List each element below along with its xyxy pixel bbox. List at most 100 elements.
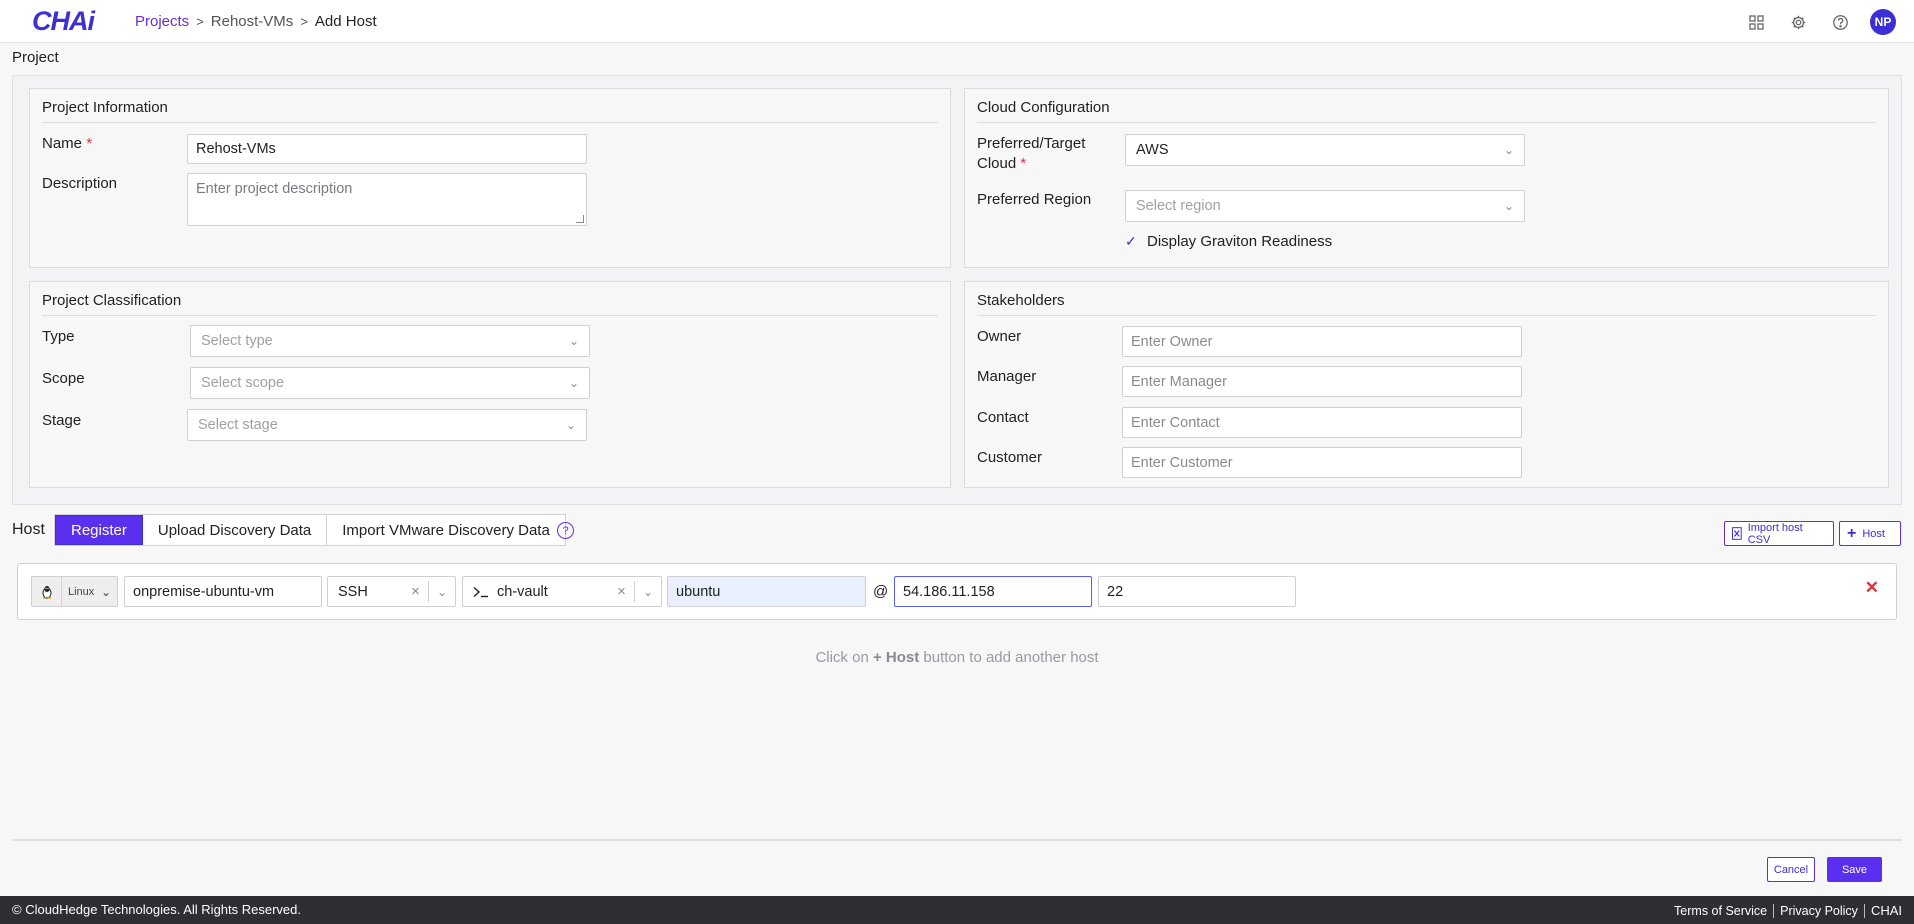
breadcrumb-project[interactable]: Rehost-VMs	[211, 13, 294, 30]
divider	[42, 315, 938, 316]
host-section-label: Host	[12, 521, 45, 538]
footer-links: Terms of Service Privacy Policy CHAI	[1674, 903, 1902, 918]
user-avatar[interactable]: NP	[1870, 9, 1896, 35]
logo-text: CHAi	[32, 6, 95, 36]
tab-register[interactable]: Register	[55, 515, 143, 545]
contact-input[interactable]: Enter Contact	[1122, 407, 1522, 438]
protocol-value: SSH	[338, 583, 368, 600]
hint-suffix: button to add another host	[923, 649, 1099, 666]
add-host-label: Host	[1862, 527, 1885, 540]
footer: © CloudHedge Technologies. All Rights Re…	[0, 896, 1914, 924]
card-title: Project Classification	[42, 292, 182, 309]
host-tabs: Register Upload Discovery Data Import VM…	[54, 514, 566, 546]
plus-icon: +	[1847, 524, 1857, 542]
description-placeholder: Enter project description	[196, 181, 353, 197]
hostname-input[interactable]: onpremise-ubuntu-vm	[124, 576, 322, 607]
stage-label: Stage	[42, 412, 82, 429]
divider	[42, 122, 938, 123]
target-cloud-value: AWS	[1136, 142, 1169, 158]
apps-grid-icon[interactable]	[1744, 10, 1768, 34]
cancel-button[interactable]: Cancel	[1767, 857, 1815, 882]
ip-address-input[interactable]: 54.186.11.158	[894, 576, 1092, 607]
owner-label: Owner	[977, 328, 1022, 345]
customer-input[interactable]: Enter Customer	[1122, 447, 1522, 478]
remove-host-icon[interactable]: ✕	[1865, 578, 1879, 598]
scope-label: Scope	[42, 370, 85, 387]
add-host-button[interactable]: + Host	[1839, 521, 1901, 546]
port-input[interactable]: 22	[1098, 576, 1296, 607]
chevron-down-icon: ⌄	[1503, 143, 1514, 157]
help-circle-icon[interactable]	[1828, 10, 1852, 34]
os-select[interactable]: Linux ⌄	[31, 576, 118, 607]
credential-value-wrap: ch-vault	[463, 584, 609, 600]
project-name-input[interactable]: Rehost-VMs	[187, 134, 587, 164]
cloud-configuration-card: Cloud Configuration Preferred/Target Clo…	[964, 88, 1889, 268]
footer-brand: CHAI	[1870, 903, 1902, 918]
header-icons: NP	[1744, 9, 1896, 35]
privacy-policy-link[interactable]: Privacy Policy	[1780, 904, 1858, 918]
required-mark: *	[86, 135, 93, 152]
tab-import-vmware-discovery-data[interactable]: Import VMware Discovery Data	[327, 515, 565, 545]
graviton-readiness-checkbox[interactable]: ✓ Display Graviton Readiness	[1125, 233, 1332, 250]
breadcrumb-projects[interactable]: Projects	[135, 13, 189, 30]
stage-placeholder: Select stage	[198, 417, 278, 433]
chevron-down-icon: ⌄	[568, 376, 579, 390]
username-input[interactable]: ubuntu	[667, 576, 866, 607]
clear-credential-icon[interactable]: ×	[609, 583, 634, 600]
divider	[977, 315, 1876, 316]
description-label: Description	[42, 175, 118, 192]
region-select[interactable]: Select region ⌄	[1125, 190, 1525, 222]
owner-input[interactable]: Enter Owner	[1122, 326, 1522, 357]
divider	[1773, 903, 1775, 918]
chai-logo[interactable]: CHAi	[32, 6, 95, 37]
resize-handle[interactable]	[576, 215, 584, 223]
chevron-down-icon[interactable]: ⌄	[635, 585, 661, 599]
host-entry-row: Linux ⌄ onpremise-ubuntu-vm SSH × ⌄ ch-v…	[17, 563, 1897, 620]
card-title: Cloud Configuration	[977, 99, 1110, 116]
name-label: Name *	[42, 134, 92, 154]
divider	[977, 122, 1876, 123]
save-button[interactable]: Save	[1827, 857, 1882, 882]
chevron-down-icon: ⌄	[100, 584, 111, 599]
type-select[interactable]: Select type ⌄	[190, 325, 590, 357]
project-classification-card: Project Classification Type Select type …	[29, 281, 951, 488]
copyright: © CloudHedge Technologies. All Rights Re…	[12, 902, 302, 917]
card-title: Stakeholders	[977, 292, 1065, 309]
scope-placeholder: Select scope	[201, 375, 285, 391]
page-title: Project	[12, 49, 59, 66]
contact-label: Contact	[977, 409, 1029, 426]
settings-gear-icon[interactable]	[1786, 10, 1810, 34]
protocol-select[interactable]: SSH × ⌄	[327, 576, 456, 607]
card-title: Project Information	[42, 99, 168, 116]
file-excel-icon	[1732, 527, 1742, 540]
project-section: Project Information Name * Rehost-VMs De…	[12, 75, 1902, 505]
target-cloud-label: Preferred/Target Cloud *	[977, 134, 1085, 174]
manager-label: Manager	[977, 368, 1037, 385]
type-label: Type	[42, 328, 75, 345]
breadcrumb-current: Add Host	[314, 13, 377, 30]
chevron-down-icon: ⌄	[1503, 199, 1514, 213]
terms-of-service-link[interactable]: Terms of Service	[1674, 904, 1767, 918]
tab-upload-discovery-data[interactable]: Upload Discovery Data	[143, 515, 328, 545]
scope-select[interactable]: Select scope ⌄	[190, 367, 590, 399]
target-cloud-select[interactable]: AWS ⌄	[1125, 134, 1525, 166]
manager-input[interactable]: Enter Manager	[1122, 366, 1522, 397]
breadcrumb: Projects > Rehost-VMs > Add Host	[135, 13, 377, 30]
chevron-down-icon[interactable]: ⌄	[429, 585, 455, 599]
clear-protocol-icon[interactable]: ×	[403, 583, 428, 600]
credential-select[interactable]: ch-vault × ⌄	[462, 576, 662, 607]
help-icon[interactable]: ?	[557, 522, 574, 539]
region-label: Preferred Region	[977, 191, 1092, 208]
checkmark-icon: ✓	[1125, 233, 1137, 249]
divider	[12, 839, 1902, 841]
name-label-text: Name	[42, 135, 83, 152]
import-host-csv-button[interactable]: Import host CSV	[1724, 521, 1834, 546]
description-textarea[interactable]: Enter project description	[187, 173, 587, 226]
add-host-hint: Click on + Host button to add another ho…	[0, 649, 1914, 666]
target-cloud-label-line2: Cloud	[977, 155, 1017, 172]
customer-label: Customer	[977, 449, 1043, 466]
project-information-card: Project Information Name * Rehost-VMs De…	[29, 88, 951, 268]
credential-value: ch-vault	[497, 583, 548, 600]
stage-select[interactable]: Select stage ⌄	[187, 409, 587, 441]
chevron-down-icon: ⌄	[565, 418, 576, 432]
